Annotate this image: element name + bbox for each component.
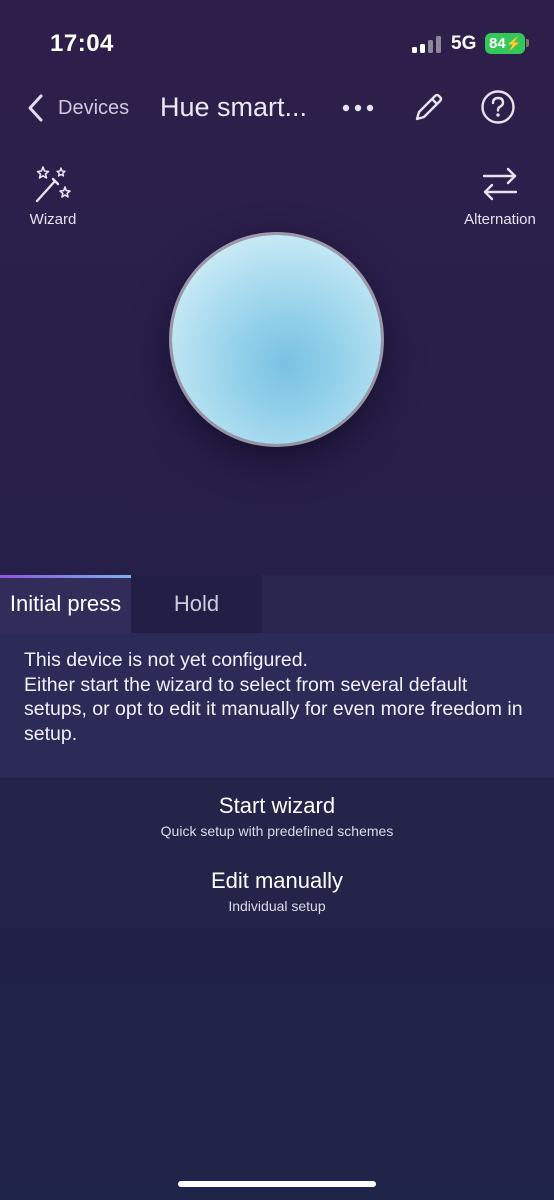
help-icon <box>481 90 515 124</box>
edit-manually-subtitle: Individual setup <box>228 898 326 914</box>
battery-cap <box>526 39 529 47</box>
charging-bolt-icon: ⚡ <box>505 36 522 51</box>
chevron-left-icon <box>28 94 43 122</box>
tab-bar-fill <box>262 575 554 633</box>
tab-hold[interactable]: Hold <box>131 575 262 633</box>
edit-button[interactable] <box>408 88 448 128</box>
edit-manually-title: Edit manually <box>210 868 344 893</box>
alternation-button[interactable]: Alternation <box>455 165 545 228</box>
battery-level: 84 <box>489 35 506 52</box>
magic-wand-icon <box>35 166 71 203</box>
info-line-1: This device is not yet configured. <box>24 649 308 671</box>
edit-manually-button[interactable]: Edit manually Individual setup <box>0 854 554 928</box>
more-button[interactable] <box>338 92 378 124</box>
pencil-icon <box>415 93 443 121</box>
info-panel: This device is not yet configured. Eithe… <box>0 633 554 778</box>
status-time: 17:04 <box>50 30 114 57</box>
tab-bar: Initial press Hold <box>0 575 554 633</box>
back-label: Devices <box>58 96 130 119</box>
device-button-orb[interactable] <box>172 235 381 444</box>
page-title: Hue smart... <box>160 92 308 122</box>
wizard-button[interactable]: Wizard <box>22 165 84 228</box>
signal-icon <box>412 35 442 53</box>
start-wizard-title: Start wizard <box>218 793 336 818</box>
start-wizard-subtitle: Quick setup with predefined schemes <box>160 823 394 839</box>
back-button[interactable]: Devices <box>26 90 146 126</box>
wizard-label: Wizard <box>29 211 77 228</box>
home-indicator[interactable] <box>178 1181 376 1187</box>
status-bar: 17:04 5G 84⚡ <box>0 0 554 80</box>
swap-arrows-icon <box>482 167 518 201</box>
start-wizard-button[interactable]: Start wizard Quick setup with predefined… <box>0 779 554 853</box>
help-button[interactable] <box>478 87 518 127</box>
nav-bar: Devices Hue smart... <box>0 80 554 136</box>
network-type: 5G <box>451 33 477 54</box>
alternation-label: Alternation <box>464 211 536 228</box>
info-line-2: Either start the wizard to select from s… <box>24 673 523 745</box>
tab-initial-press[interactable]: Initial press <box>0 575 131 633</box>
more-icon <box>342 104 374 112</box>
battery-icon: 84⚡ <box>485 33 525 54</box>
